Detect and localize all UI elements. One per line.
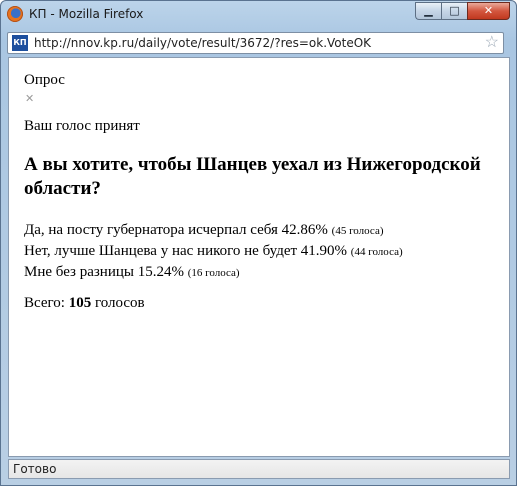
status-bar: Готово [8, 459, 510, 479]
result-answer: Нет, лучше Шанцева у нас никого не будет [24, 243, 298, 259]
minimize-button[interactable]: ▁ [415, 2, 441, 20]
address-bar[interactable]: КП http://nnov.kp.ru/daily/vote/result/3… [7, 32, 504, 54]
result-percent: 41.90% [300, 243, 348, 259]
url-text[interactable]: http://nnov.kp.ru/daily/vote/result/3672… [34, 36, 371, 50]
bookmark-star-icon[interactable]: ☆ [485, 33, 499, 53]
result-votes: (16 голоса) [187, 267, 240, 279]
result-row: Мне без разницы 15.24% (16 голоса) [24, 262, 403, 283]
status-text: Готово [13, 462, 57, 476]
close-icon[interactable]: ✕ [25, 92, 34, 105]
title-bar[interactable]: КП - Mozilla Firefox ▁ □ ✕ [1, 1, 516, 29]
poll-question: А вы хотите, чтобы Шанцев уехал из Нижег… [24, 154, 481, 199]
close-button[interactable]: ✕ [467, 2, 510, 20]
result-row: Да, на посту губернатора исчерпал себя 4… [24, 220, 403, 241]
result-votes: (44 голоса) [350, 246, 403, 258]
total-unit: голосов [94, 295, 145, 311]
page-content: Опрос ✕ Ваш голос принят А вы хотите, чт… [8, 57, 510, 457]
window-controls: ▁ □ ✕ [415, 2, 510, 21]
maximize-button[interactable]: □ [441, 2, 467, 20]
result-row: Нет, лучше Шанцева у нас никого не будет… [24, 241, 403, 262]
total-label: Всего: [24, 295, 65, 311]
result-votes: (45 голоса) [331, 225, 384, 237]
poll-results: Да, на посту губернатора исчерпал себя 4… [24, 220, 403, 283]
browser-window: КП - Mozilla Firefox ▁ □ ✕ КП http://nno… [0, 0, 517, 486]
firefox-icon [7, 6, 23, 22]
result-answer: Мне без разницы [24, 264, 134, 280]
result-answer: Да, на посту губернатора исчерпал себя [24, 222, 278, 238]
result-percent: 42.86% [281, 222, 328, 238]
vote-accepted-message: Ваш голос принят [24, 118, 140, 134]
total-count: 105 [68, 295, 92, 311]
site-favicon-icon: КП [12, 35, 28, 51]
result-percent: 15.24% [137, 264, 184, 280]
total-votes: Всего: 105 голосов [24, 295, 145, 312]
poll-label: Опрос [24, 72, 65, 88]
window-title: КП - Mozilla Firefox [29, 7, 144, 21]
